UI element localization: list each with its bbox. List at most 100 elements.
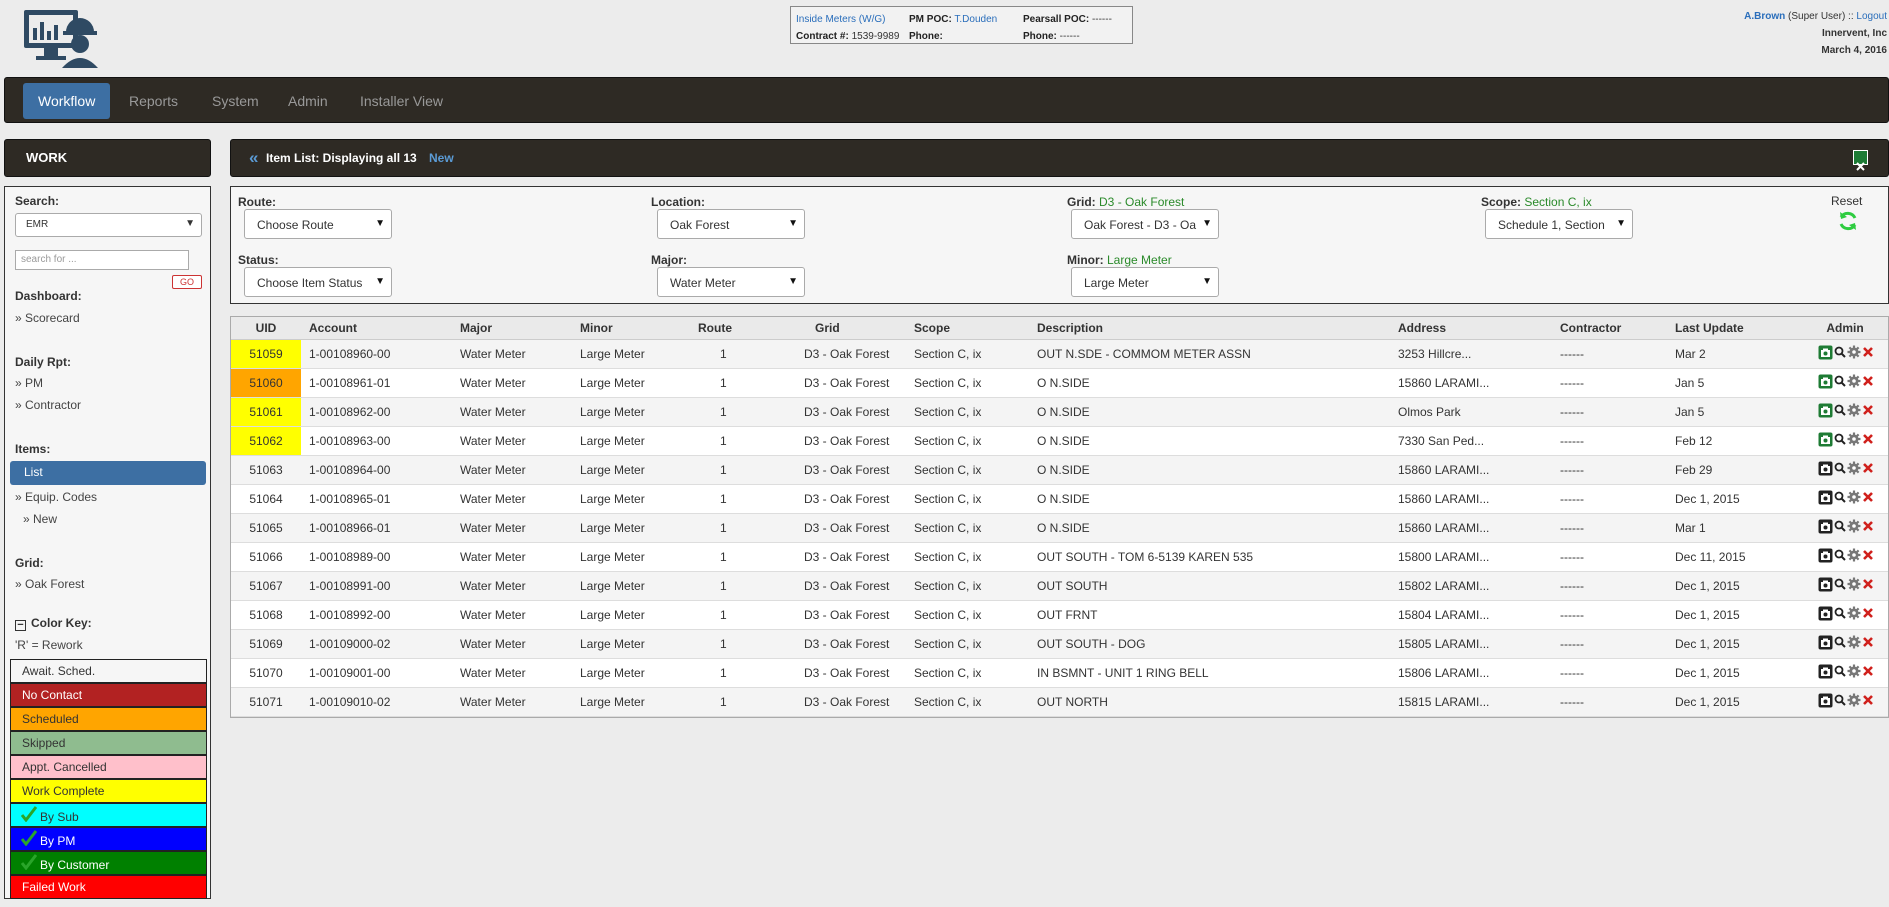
camera-icon[interactable] (1818, 374, 1833, 392)
new-item-button[interactable]: New (429, 140, 454, 176)
nav-system[interactable]: System (197, 83, 274, 119)
col-scope[interactable]: Scope (906, 317, 1029, 340)
table-row[interactable]: 51062 1-00108963-00 Water Meter Large Meter… (231, 426, 1888, 456)
table-row[interactable]: 51061 1-00108962-00 Water Meter Large Meter… (231, 397, 1888, 427)
gear-icon[interactable] (1847, 432, 1861, 449)
gear-icon[interactable] (1847, 577, 1861, 594)
search-icon[interactable] (1834, 346, 1846, 361)
table-row[interactable]: 51068 1-00108992-00 Water Meter Large Meter… (231, 600, 1888, 630)
pm-report-link[interactable]: » PM (15, 376, 43, 390)
gear-icon[interactable] (1847, 403, 1861, 420)
items-list-link[interactable]: List (10, 461, 206, 485)
search-icon[interactable] (1834, 404, 1846, 419)
table-row[interactable]: 51065 1-00108966-01 Water Meter Large Meter… (231, 513, 1888, 543)
delete-icon[interactable] (1862, 346, 1874, 361)
camera-icon[interactable] (1818, 693, 1833, 711)
search-type-select[interactable]: EMR ▼ (15, 213, 202, 237)
equip-codes-link[interactable]: » Equip. Codes (15, 490, 97, 504)
major-select[interactable]: Water Meter ▼ (657, 267, 805, 297)
camera-icon[interactable] (1818, 664, 1833, 682)
delete-icon[interactable] (1862, 549, 1874, 564)
delete-icon[interactable] (1862, 404, 1874, 419)
contractor-report-link[interactable]: » Contractor (15, 398, 81, 412)
table-row[interactable]: 51066 1-00108989-00 Water Meter Large Meter… (231, 542, 1888, 572)
gear-icon[interactable] (1847, 548, 1861, 565)
search-icon[interactable] (1834, 375, 1846, 390)
search-icon[interactable] (1834, 607, 1846, 622)
search-icon[interactable] (1834, 665, 1846, 680)
col-last-update[interactable]: Last Update (1667, 317, 1802, 340)
camera-icon[interactable] (1818, 345, 1833, 363)
go-button[interactable]: GO (172, 275, 202, 289)
camera-icon[interactable] (1818, 606, 1833, 624)
col-address[interactable]: Address (1390, 317, 1552, 340)
col-grid[interactable]: Grid (782, 317, 906, 340)
col-major[interactable]: Major (452, 317, 572, 340)
table-row[interactable]: 51059 1-00108960-00 Water Meter Large Meter… (231, 339, 1888, 369)
site-link[interactable]: Inside Meters (W/G) (796, 14, 885, 25)
nav-workflow[interactable]: Workflow (23, 83, 111, 119)
delete-icon[interactable] (1862, 491, 1874, 506)
camera-icon[interactable] (1818, 519, 1833, 537)
search-icon[interactable] (1834, 433, 1846, 448)
refresh-icon[interactable] (1837, 210, 1859, 235)
location-select[interactable]: Oak Forest ▼ (657, 209, 805, 239)
delete-icon[interactable] (1862, 433, 1874, 448)
gear-icon[interactable] (1847, 345, 1861, 362)
col-route[interactable]: Route (690, 317, 782, 340)
camera-icon[interactable] (1818, 577, 1833, 595)
gear-icon[interactable] (1847, 519, 1861, 536)
delete-icon[interactable] (1862, 520, 1874, 535)
scorecard-link[interactable]: » Scorecard (15, 311, 80, 325)
gear-icon[interactable] (1847, 461, 1861, 478)
camera-icon[interactable] (1818, 461, 1833, 479)
table-row[interactable]: 51067 1-00108991-00 Water Meter Large Meter… (231, 571, 1888, 601)
delete-icon[interactable] (1862, 607, 1874, 622)
table-row[interactable]: 51060 1-00108961-01 Water Meter Large Meter… (231, 368, 1888, 398)
search-icon[interactable] (1834, 491, 1846, 506)
scope-select[interactable]: Schedule 1, Section ▼ (1485, 209, 1633, 239)
status-select[interactable]: Choose Item Status ▼ (244, 267, 392, 297)
search-icon[interactable] (1834, 636, 1846, 651)
table-row[interactable]: 51069 1-00109000-02 Water Meter Large Meter… (231, 629, 1888, 659)
delete-icon[interactable] (1862, 636, 1874, 651)
delete-icon[interactable] (1862, 375, 1874, 390)
gear-icon[interactable] (1847, 693, 1861, 710)
nav-reports[interactable]: Reports (114, 83, 193, 119)
logout-link[interactable]: Logout (1856, 11, 1887, 22)
search-icon[interactable] (1834, 549, 1846, 564)
camera-icon[interactable] (1818, 403, 1833, 421)
grid-oak-forest-link[interactable]: » Oak Forest (15, 577, 84, 591)
search-icon[interactable] (1834, 462, 1846, 477)
table-row[interactable]: 51063 1-00108964-00 Water Meter Large Meter… (231, 455, 1888, 485)
camera-icon[interactable] (1818, 490, 1833, 508)
table-row[interactable]: 51070 1-00109001-00 Water Meter Large Meter… (231, 658, 1888, 688)
color-key-toggle[interactable]: − Color Key: (15, 616, 92, 631)
gear-icon[interactable] (1847, 490, 1861, 507)
route-select[interactable]: Choose Route ▼ (244, 209, 392, 239)
col-minor[interactable]: Minor (572, 317, 690, 340)
search-input[interactable]: search for ... (15, 250, 189, 270)
delete-icon[interactable] (1862, 665, 1874, 680)
table-row[interactable]: 51071 1-00109010-02 Water Meter Large Meter… (231, 687, 1888, 717)
nav-installer-view[interactable]: Installer View (345, 83, 458, 119)
gear-icon[interactable] (1847, 635, 1861, 652)
table-row[interactable]: 51064 1-00108965-01 Water Meter Large Meter… (231, 484, 1888, 514)
delete-icon[interactable] (1862, 578, 1874, 593)
gear-icon[interactable] (1847, 664, 1861, 681)
col-contractor[interactable]: Contractor (1552, 317, 1667, 340)
col-account[interactable]: Account (301, 317, 452, 340)
delete-icon[interactable] (1862, 694, 1874, 709)
gear-icon[interactable] (1847, 374, 1861, 391)
camera-icon[interactable] (1818, 635, 1833, 653)
user-name-link[interactable]: A.Brown (1744, 11, 1785, 22)
nav-admin[interactable]: Admin (273, 83, 343, 119)
minor-select[interactable]: Large Meter ▼ (1071, 267, 1219, 297)
camera-icon[interactable] (1818, 548, 1833, 566)
search-icon[interactable] (1834, 694, 1846, 709)
excel-icon[interactable] (1853, 150, 1868, 171)
camera-icon[interactable] (1818, 432, 1833, 450)
delete-icon[interactable] (1862, 462, 1874, 477)
new-item-link[interactable]: » New (23, 512, 57, 526)
back-arrow-icon[interactable]: « (249, 140, 258, 176)
